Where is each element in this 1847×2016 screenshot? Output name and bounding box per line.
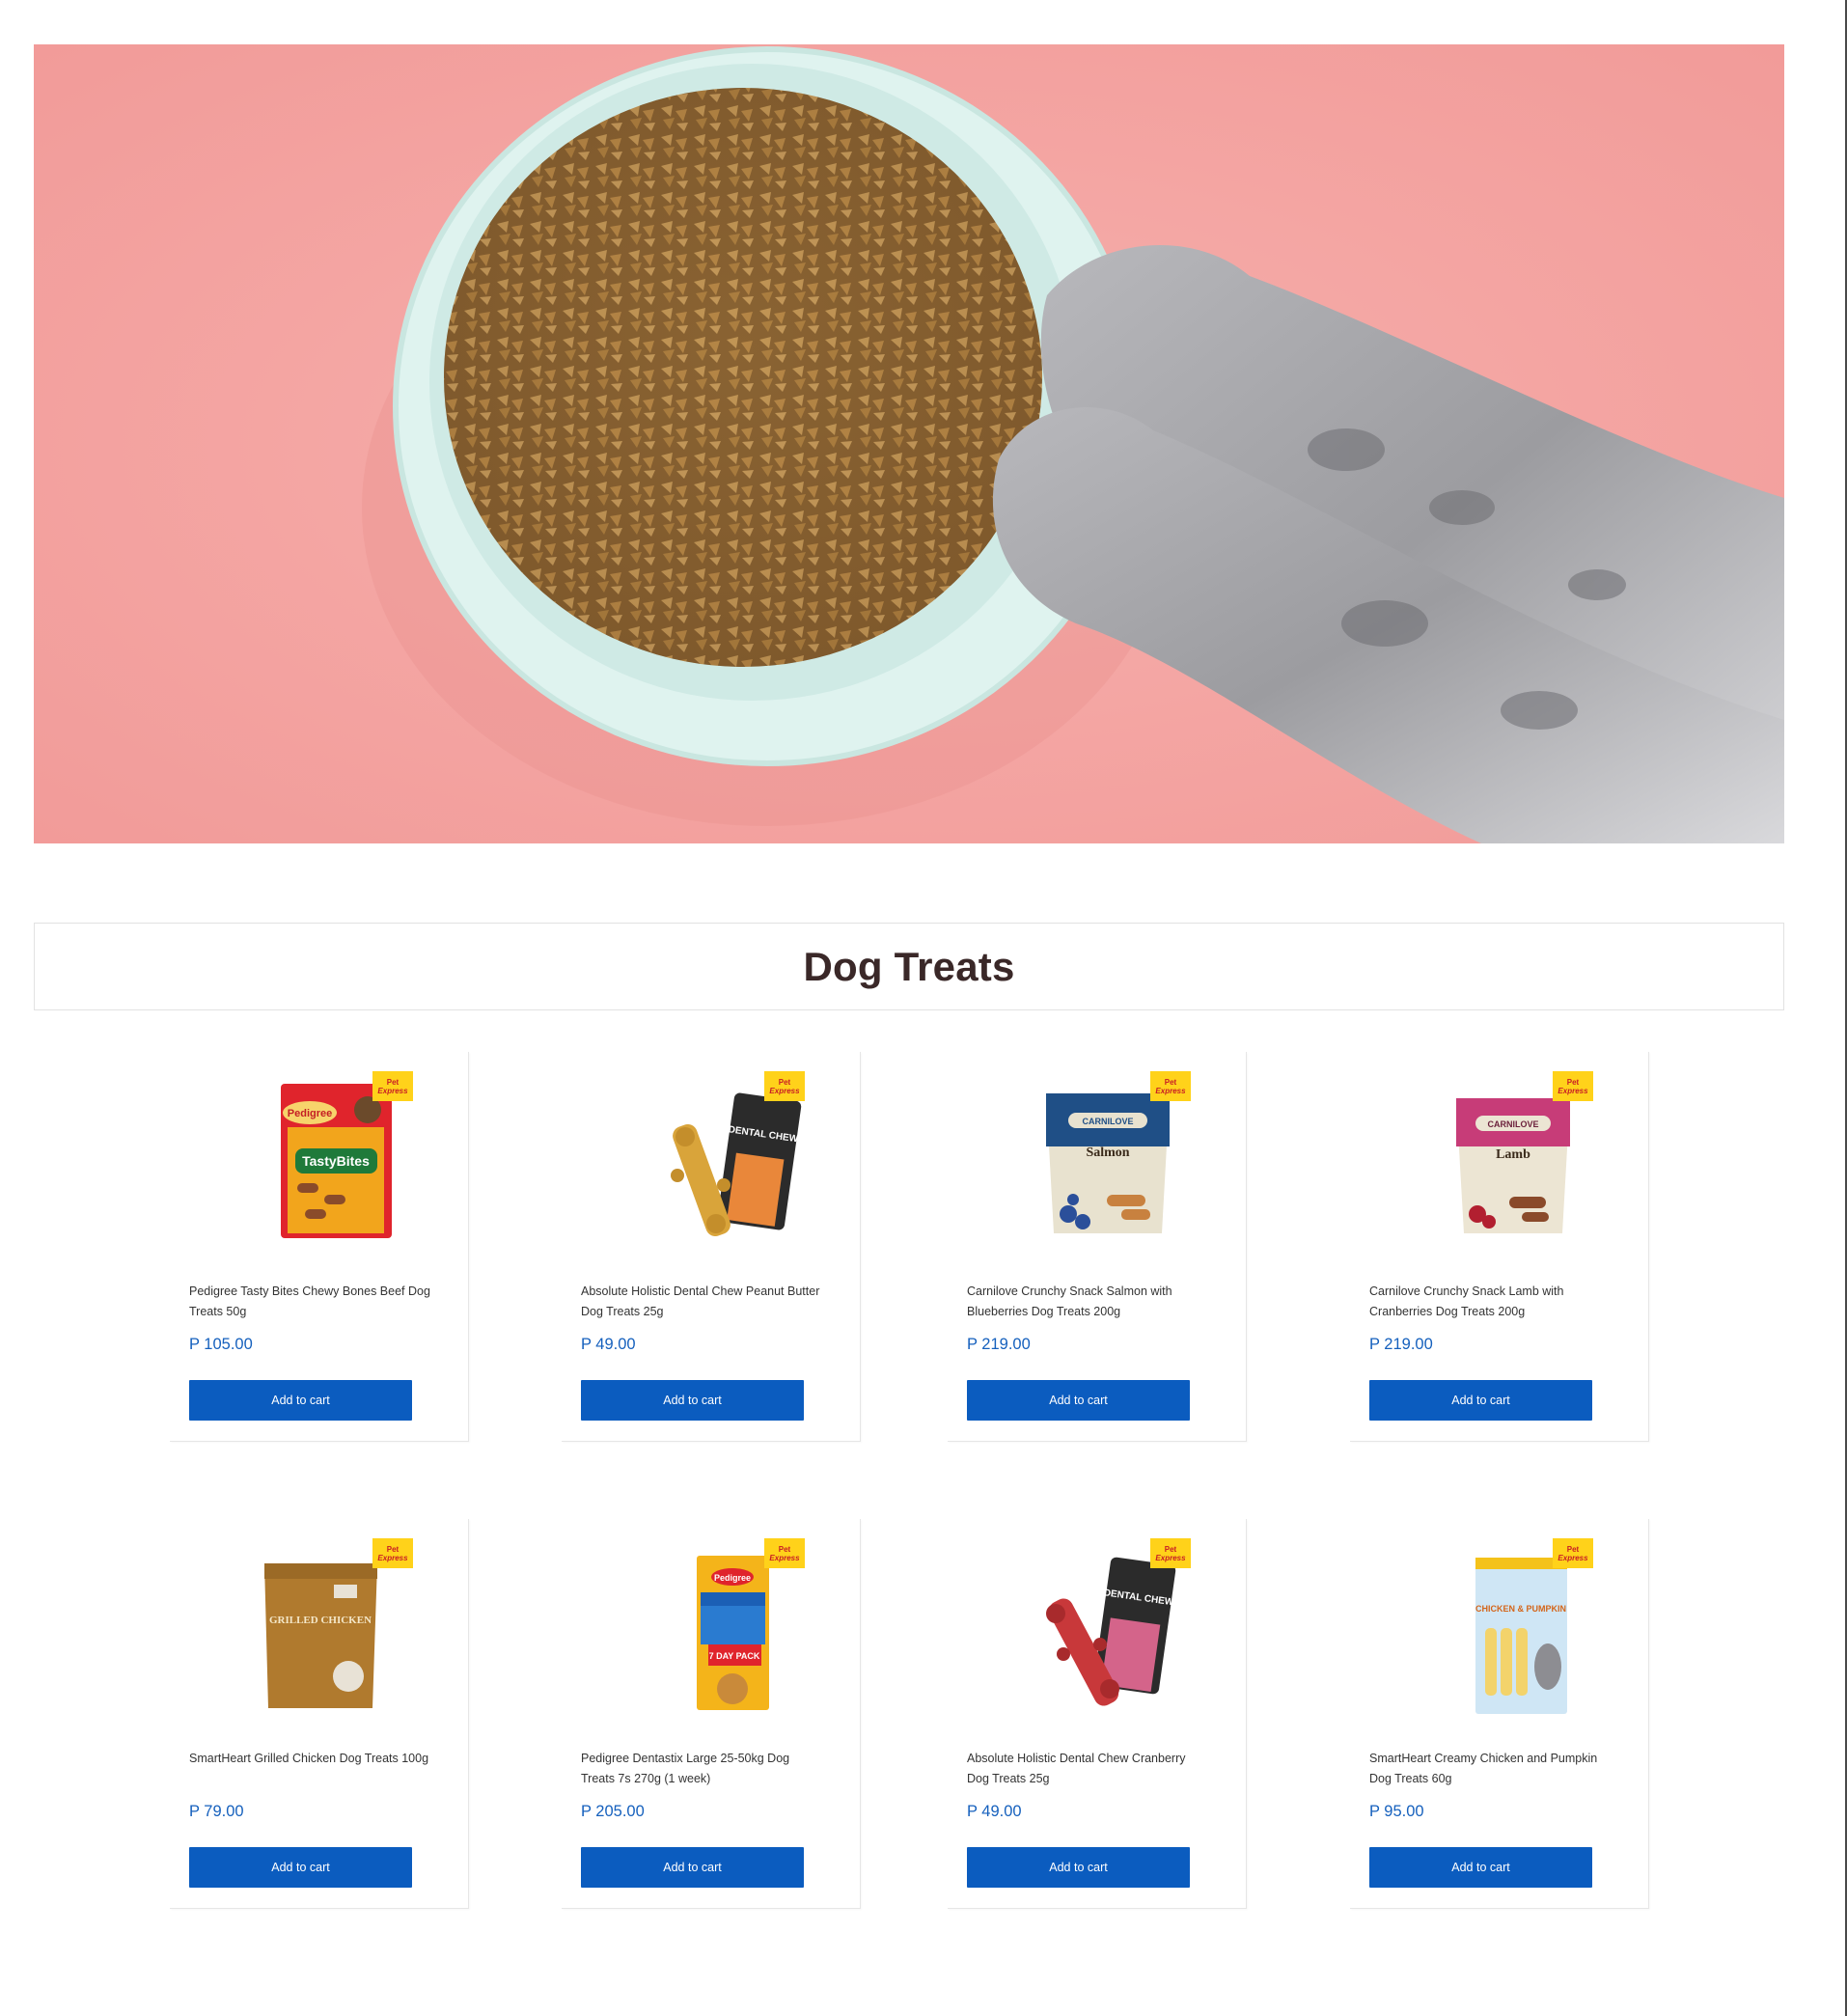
- badge-line-1: Pet: [386, 1544, 400, 1554]
- hero-image: [34, 44, 1784, 843]
- product-price: P 49.00: [967, 1803, 1022, 1820]
- pet-express-badge: Pet Express: [1150, 1071, 1191, 1101]
- badge-line-2: Express: [377, 1086, 408, 1095]
- pet-express-badge: Pet Express: [1553, 1538, 1593, 1568]
- add-to-cart-button[interactable]: Add to cart: [581, 1380, 804, 1421]
- badge-line-2: Express: [769, 1553, 800, 1562]
- pet-express-badge: Pet Express: [1553, 1071, 1593, 1101]
- badge-line-1: Pet: [778, 1077, 791, 1087]
- product-price: P 219.00: [1369, 1336, 1433, 1353]
- pack-label: 7 DAY PACK: [709, 1651, 760, 1661]
- pack-brand: Pedigree: [714, 1573, 751, 1583]
- hero-banner: [34, 44, 1784, 843]
- product-price: P 219.00: [967, 1336, 1031, 1353]
- pet-express-badge: Pet Express: [1150, 1538, 1191, 1568]
- product-card[interactable]: GRILLED CHICKEN Pet Express SmartHeart Gr…: [170, 1519, 469, 1909]
- pet-express-badge: Pet Express: [372, 1538, 413, 1568]
- pack-label: Lamb: [1496, 1147, 1530, 1162]
- product-card[interactable]: Pedigree 7 DAY PACK Pet Express Pedigree …: [562, 1519, 861, 1909]
- product-price: P 79.00: [189, 1803, 244, 1820]
- product-name[interactable]: Carnilove Crunchy Snack Lamb with Cranbe…: [1369, 1282, 1611, 1322]
- add-to-cart-button[interactable]: Add to cart: [189, 1380, 412, 1421]
- product-card[interactable]: DENTAL CHEW Pet Express Absolute Holistic…: [562, 1052, 861, 1442]
- add-to-cart-button[interactable]: Add to cart: [1369, 1847, 1592, 1888]
- product-name[interactable]: Pedigree Dentastix Large 25-50kg Dog Tre…: [581, 1749, 822, 1789]
- badge-line-2: Express: [1558, 1086, 1588, 1095]
- product-name[interactable]: Carnilove Crunchy Snack Salmon with Blue…: [967, 1282, 1208, 1322]
- product-name[interactable]: Absolute Holistic Dental Chew Cranberry …: [967, 1749, 1208, 1789]
- pack-brand: CARNILOVE: [1487, 1119, 1538, 1129]
- pack-brand: CARNILOVE: [1082, 1117, 1133, 1126]
- pack-label: GRILLED CHICKEN: [269, 1615, 372, 1626]
- pack-brand: Pedigree: [288, 1108, 332, 1119]
- section-heading-box: Dog Treats: [34, 923, 1784, 1010]
- product-card[interactable]: DENTAL CHEW Pet Express Absolute Holistic…: [948, 1519, 1247, 1909]
- pet-express-badge: Pet Express: [764, 1538, 805, 1568]
- add-to-cart-button[interactable]: Add to cart: [1369, 1380, 1592, 1421]
- badge-line-1: Pet: [1566, 1544, 1580, 1554]
- badge-line-2: Express: [769, 1086, 800, 1095]
- product-card[interactable]: CHICKEN & PUMPKIN Pet Express SmartHeart …: [1350, 1519, 1649, 1909]
- product-card[interactable]: CARNILOVE Salmon Pet Express Carnilove Cr…: [948, 1052, 1247, 1442]
- pack-label: Salmon: [1086, 1146, 1129, 1160]
- badge-line-2: Express: [377, 1553, 408, 1562]
- add-to-cart-button[interactable]: Add to cart: [967, 1847, 1190, 1888]
- product-price: P 95.00: [1369, 1803, 1424, 1820]
- badge-line-2: Express: [1558, 1553, 1588, 1562]
- badge-line-1: Pet: [1164, 1544, 1177, 1554]
- product-price: P 105.00: [189, 1336, 253, 1353]
- badge-line-1: Pet: [1164, 1077, 1177, 1087]
- product-name[interactable]: Pedigree Tasty Bites Chewy Bones Beef Do…: [189, 1282, 430, 1322]
- badge-line-1: Pet: [778, 1544, 791, 1554]
- badge-line-2: Express: [1155, 1553, 1186, 1562]
- badge-line-2: Express: [1155, 1086, 1186, 1095]
- product-card[interactable]: CARNILOVE Lamb Pet Express Carnilove Crun…: [1350, 1052, 1649, 1442]
- add-to-cart-button[interactable]: Add to cart: [967, 1380, 1190, 1421]
- badge-line-1: Pet: [386, 1077, 400, 1087]
- add-to-cart-button[interactable]: Add to cart: [581, 1847, 804, 1888]
- product-name[interactable]: Absolute Holistic Dental Chew Peanut But…: [581, 1282, 822, 1322]
- product-price: P 49.00: [581, 1336, 636, 1353]
- product-name[interactable]: SmartHeart Creamy Chicken and Pumpkin Do…: [1369, 1749, 1611, 1789]
- product-card[interactable]: Pedigree TastyBites Pet Express Pedigree …: [170, 1052, 469, 1442]
- pack-label: CHICKEN & PUMPKIN: [1475, 1604, 1566, 1614]
- pack-label: TastyBites: [302, 1153, 370, 1169]
- pet-express-badge: Pet Express: [372, 1071, 413, 1101]
- pet-express-badge: Pet Express: [764, 1071, 805, 1101]
- badge-line-1: Pet: [1566, 1077, 1580, 1087]
- product-name[interactable]: SmartHeart Grilled Chicken Dog Treats 10…: [189, 1749, 430, 1769]
- add-to-cart-button[interactable]: Add to cart: [189, 1847, 412, 1888]
- section-title: Dog Treats: [803, 943, 1015, 989]
- product-price: P 205.00: [581, 1803, 645, 1820]
